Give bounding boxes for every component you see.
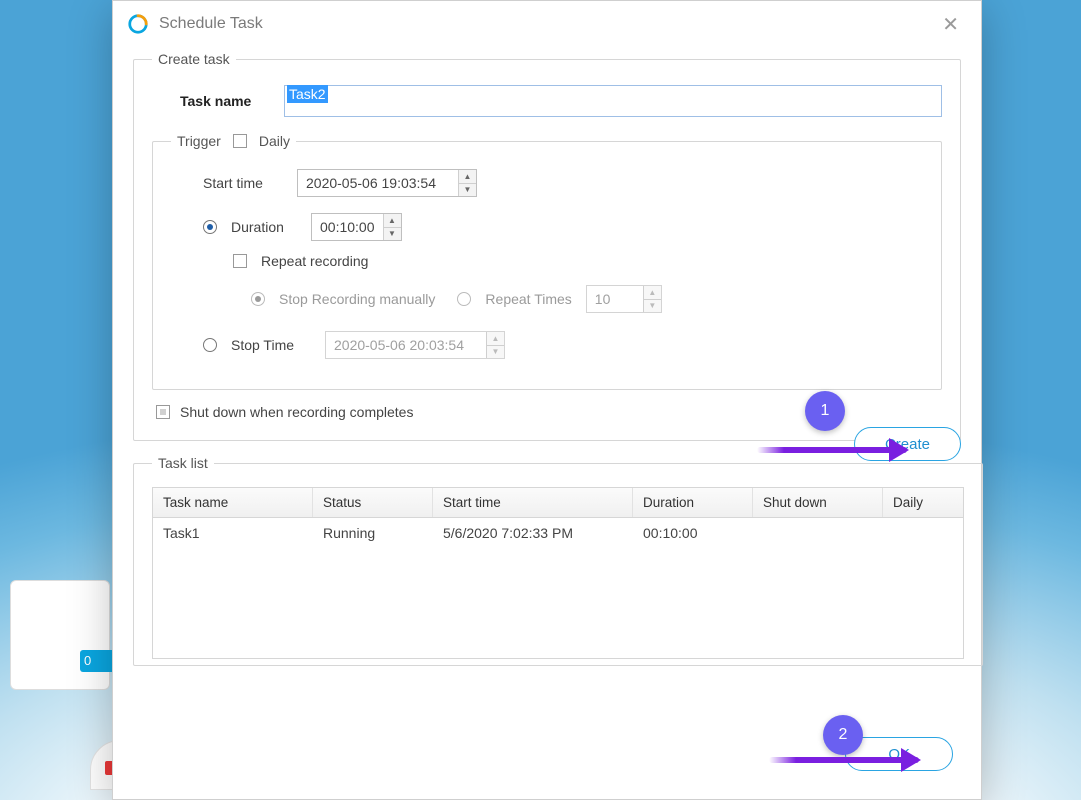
annotation-arrow-1 [757,447,907,453]
duration-value: 00:10:00 [312,214,383,240]
window-title: Schedule Task [159,15,263,33]
start-time-input[interactable]: 2020-05-06 19:03:54 ▲▼ [297,169,477,197]
annotation-arrow-2 [769,757,919,763]
duration-spinner[interactable]: ▲▼ [383,214,401,240]
col-shut-down[interactable]: Shut down [753,488,883,517]
task-list-legend: Task list [152,455,214,471]
repeat-times-input[interactable]: 10 ▲▼ [586,285,662,313]
app-logo-icon [127,13,149,35]
stop-time-label: Stop Time [231,337,311,353]
stop-time-input[interactable]: 2020-05-06 20:03:54 ▲▼ [325,331,505,359]
repeat-times-radio[interactable] [457,292,471,306]
duration-radio[interactable] [203,220,217,234]
col-duration[interactable]: Duration [633,488,753,517]
stop-manually-radio[interactable] [251,292,265,306]
annotation-badge-1: 1 [805,391,845,431]
repeat-recording-checkbox[interactable] [233,254,247,268]
cell-task-name: Task1 [153,525,313,541]
cell-duration: 00:10:00 [633,525,753,541]
table-row[interactable]: Task1 Running 5/6/2020 7:02:33 PM 00:10:… [153,518,963,548]
titlebar: Schedule Task ✕ [113,1,981,47]
duration-input[interactable]: 00:10:00 ▲▼ [311,213,402,241]
start-time-value: 2020-05-06 19:03:54 [298,170,458,196]
repeat-times-spinner[interactable]: ▲▼ [643,286,661,312]
col-daily[interactable]: Daily [883,488,963,517]
repeat-times-label: Repeat Times [485,291,571,307]
task-list-header: Task name Status Start time Duration Shu… [153,488,963,518]
task-name-input[interactable]: Task2 [284,85,942,117]
start-time-spinner[interactable]: ▲▼ [458,170,476,196]
stop-time-radio[interactable] [203,338,217,352]
create-task-group: Create task Task name Task2 Trigger Dail… [133,51,961,441]
stop-time-spinner[interactable]: ▲▼ [486,332,504,358]
task-name-value: Task2 [287,85,328,103]
background-panel [10,580,110,690]
create-task-legend: Create task [152,51,236,67]
col-task-name[interactable]: Task name [153,488,313,517]
shutdown-checkbox[interactable] [156,405,170,419]
schedule-task-dialog: Schedule Task ✕ Create task Task name Ta… [112,0,982,800]
close-icon[interactable]: ✕ [934,8,967,41]
task-list-group: Task list Task name Status Start time Du… [133,455,983,666]
duration-label: Duration [231,219,297,235]
annotation-badge-2: 2 [823,715,863,755]
shutdown-label: Shut down when recording completes [180,404,413,420]
repeat-times-value: 10 [587,286,643,312]
stop-manually-label: Stop Recording manually [279,291,435,307]
repeat-recording-label: Repeat recording [261,253,368,269]
task-list-table: Task name Status Start time Duration Shu… [152,487,964,659]
col-status[interactable]: Status [313,488,433,517]
stop-time-value: 2020-05-06 20:03:54 [326,332,486,358]
trigger-legend: Trigger Daily [171,133,296,149]
task-name-label: Task name [180,93,270,109]
daily-checkbox[interactable] [233,134,247,148]
trigger-group: Trigger Daily Start time 2020-05-06 19:0… [152,133,942,390]
daily-label: Daily [259,133,290,149]
start-time-label: Start time [203,175,283,191]
cell-start-time: 5/6/2020 7:02:33 PM [433,525,633,541]
task-list-body: Task1 Running 5/6/2020 7:02:33 PM 00:10:… [153,518,963,658]
cell-status: Running [313,525,433,541]
col-start-time[interactable]: Start time [433,488,633,517]
trigger-legend-text: Trigger [177,133,221,149]
